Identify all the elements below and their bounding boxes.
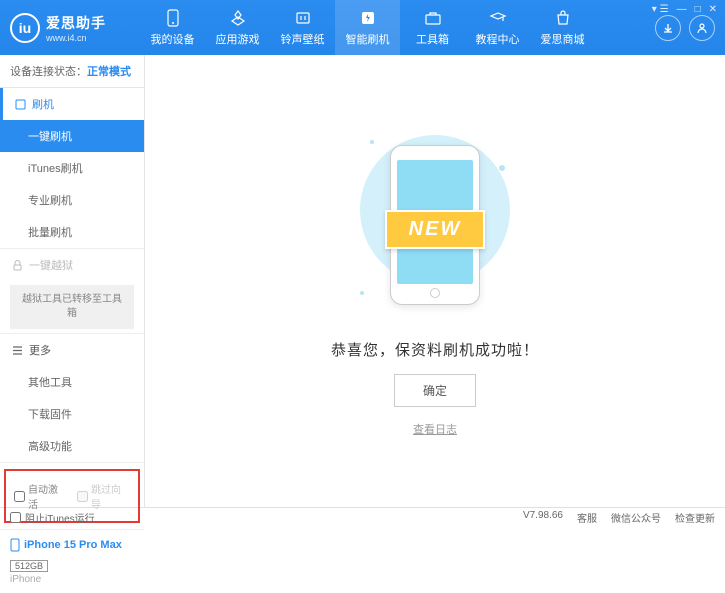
status-label: 设备连接状态： bbox=[10, 66, 87, 78]
user-button[interactable] bbox=[689, 15, 715, 41]
nav-ringtones[interactable]: 铃声壁纸 bbox=[270, 0, 335, 55]
status-value: 正常模式 bbox=[87, 66, 131, 78]
footer-update[interactable]: 检查更新 bbox=[675, 510, 715, 525]
top-nav: 我的设备 应用游戏 铃声壁纸 智能刷机 工具箱 教程中心 爱思商城 bbox=[140, 0, 655, 55]
device-info[interactable]: iPhone 15 Pro Max 512GB iPhone bbox=[0, 529, 144, 593]
tutorial-icon bbox=[488, 9, 508, 27]
sidebar: 设备连接状态：正常模式 刷机 一键刷机 iTunes刷机 专业刷机 批量刷机 一… bbox=[0, 55, 145, 507]
device-storage: 512GB bbox=[10, 560, 48, 572]
flash-icon bbox=[358, 9, 378, 27]
nav-label: 爱思商城 bbox=[541, 31, 585, 47]
jailbreak-notice[interactable]: 越狱工具已转移至工具箱 bbox=[10, 285, 134, 329]
nav-label: 我的设备 bbox=[151, 31, 195, 47]
logo: iu 爱思助手 www.i4.cn bbox=[10, 13, 140, 43]
menu-icon bbox=[12, 345, 23, 356]
nav-label: 铃声壁纸 bbox=[281, 31, 325, 47]
success-illustration: NEW bbox=[345, 125, 525, 325]
maximize-icon[interactable]: □ bbox=[695, 4, 701, 15]
sidebar-item-batch[interactable]: 批量刷机 bbox=[0, 216, 144, 248]
sidebar-more-header[interactable]: 更多 bbox=[0, 334, 144, 366]
sidebar-jailbreak-header: 一键越狱 bbox=[0, 249, 144, 281]
apps-icon bbox=[228, 9, 248, 27]
cart-icon[interactable]: ▾ ☰ bbox=[652, 4, 669, 15]
lock-icon bbox=[12, 260, 23, 271]
nav-label: 工具箱 bbox=[416, 31, 449, 47]
footer-support[interactable]: 客服 bbox=[577, 510, 597, 525]
logo-url: www.i4.cn bbox=[46, 33, 106, 43]
sidebar-item-download[interactable]: 下载固件 bbox=[0, 398, 144, 430]
nav-toolbox[interactable]: 工具箱 bbox=[400, 0, 465, 55]
device-status: 设备连接状态：正常模式 bbox=[0, 55, 144, 88]
view-log-link[interactable]: 查看日志 bbox=[413, 421, 457, 437]
new-ribbon: NEW bbox=[385, 210, 486, 249]
confirm-button[interactable]: 确定 bbox=[394, 374, 476, 407]
version-label: V7.98.66 bbox=[523, 510, 563, 525]
nav-apps[interactable]: 应用游戏 bbox=[205, 0, 270, 55]
device-icon bbox=[163, 9, 183, 27]
footer-wechat[interactable]: 微信公众号 bbox=[611, 510, 661, 525]
sidebar-item-advanced[interactable]: 高级功能 bbox=[0, 430, 144, 462]
logo-icon: iu bbox=[10, 13, 40, 43]
flash-small-icon bbox=[15, 99, 26, 110]
block-itunes-checkbox[interactable]: 阻止iTunes运行 bbox=[10, 510, 95, 525]
sidebar-item-pro[interactable]: 专业刷机 bbox=[0, 184, 144, 216]
auto-activate-checkbox[interactable]: 自动激活 bbox=[14, 481, 67, 511]
ringtone-icon bbox=[293, 9, 313, 27]
logo-title: 爱思助手 bbox=[46, 13, 106, 33]
device-name-text: iPhone 15 Pro Max bbox=[24, 539, 122, 551]
phone-small-icon bbox=[10, 538, 20, 552]
sidebar-flash-header[interactable]: 刷机 bbox=[0, 88, 144, 120]
nav-my-device[interactable]: 我的设备 bbox=[140, 0, 205, 55]
nav-label: 教程中心 bbox=[476, 31, 520, 47]
main-content: NEW 恭喜您，保资料刷机成功啦！ 确定 查看日志 bbox=[145, 55, 725, 507]
nav-store[interactable]: 爱思商城 bbox=[530, 0, 595, 55]
toolbox-icon bbox=[423, 9, 443, 27]
sidebar-item-oneclick[interactable]: 一键刷机 bbox=[0, 120, 144, 152]
download-button[interactable] bbox=[655, 15, 681, 41]
nav-label: 应用游戏 bbox=[216, 31, 260, 47]
close-icon[interactable]: ✕ bbox=[709, 4, 717, 15]
minimize-icon[interactable]: — bbox=[677, 4, 687, 15]
nav-tutorials[interactable]: 教程中心 bbox=[465, 0, 530, 55]
skip-guide-checkbox[interactable]: 跳过向导 bbox=[77, 481, 130, 511]
sidebar-item-other[interactable]: 其他工具 bbox=[0, 366, 144, 398]
store-icon bbox=[553, 9, 573, 27]
sidebar-item-itunes[interactable]: iTunes刷机 bbox=[0, 152, 144, 184]
nav-label: 智能刷机 bbox=[346, 31, 390, 47]
success-message: 恭喜您，保资料刷机成功啦！ bbox=[331, 339, 539, 360]
device-type: iPhone bbox=[10, 574, 134, 585]
app-header: iu 爱思助手 www.i4.cn 我的设备 应用游戏 铃声壁纸 智能刷机 工具… bbox=[0, 0, 725, 55]
nav-smart-flash[interactable]: 智能刷机 bbox=[335, 0, 400, 55]
